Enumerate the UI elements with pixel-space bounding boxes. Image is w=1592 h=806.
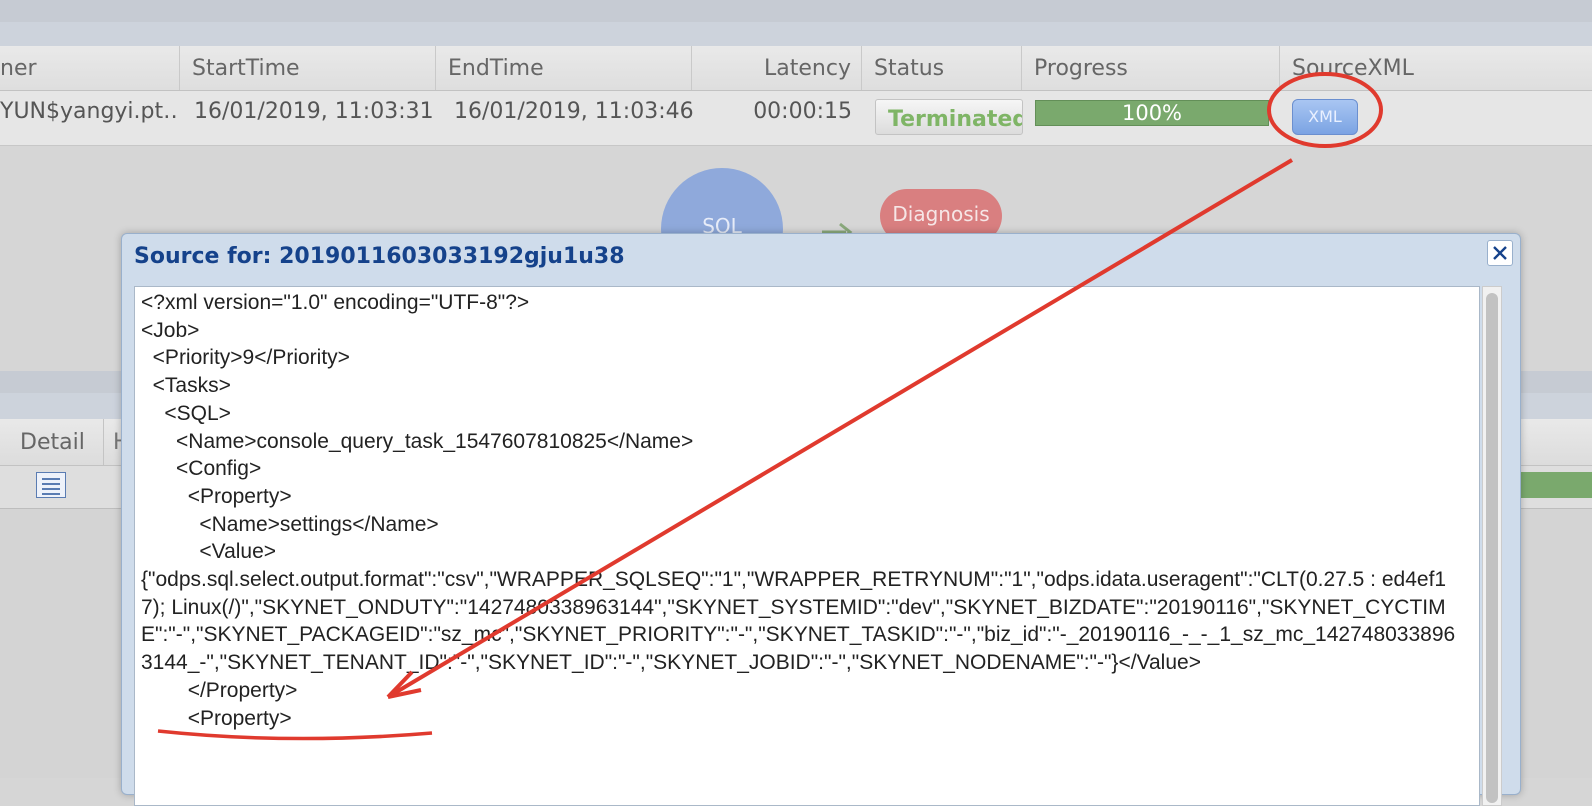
column-header-end-time[interactable]: EndTime <box>436 46 692 90</box>
scroll-thumb[interactable] <box>1486 293 1498 803</box>
column-header-progress[interactable]: Progress <box>1022 46 1280 90</box>
source-dialog: Source for: 2019011603033192gju1u38 <?xm… <box>121 233 1521 806</box>
source-xml-text: <?xml version="1.0" encoding="UTF-8"?> <… <box>141 291 1456 730</box>
column-header-start-time[interactable]: StartTime <box>180 46 436 90</box>
column-header-owner[interactable]: ner <box>0 46 180 90</box>
progress-bar: 100% <box>1035 100 1269 126</box>
column-header-status[interactable]: Status <box>862 46 1022 90</box>
cell-latency: 00:00:15 <box>753 99 852 124</box>
top-toolbar <box>0 0 1592 22</box>
close-button[interactable] <box>1487 240 1513 266</box>
column-header-latency[interactable]: Latency <box>692 46 862 90</box>
source-scrollbar[interactable] <box>1482 286 1502 806</box>
tab-detail[interactable]: Detail <box>20 419 104 465</box>
grid-header: ner StartTime EndTime Latency Status Pro… <box>0 46 1592 91</box>
xml-button[interactable]: XML <box>1292 99 1358 135</box>
status-badge: Terminated <box>875 99 1023 135</box>
cell-owner: YUN$yangyi.pt… <box>0 99 176 124</box>
close-icon <box>1493 246 1507 260</box>
source-textarea[interactable]: <?xml version="1.0" encoding="UTF-8"?> <… <box>134 286 1480 806</box>
top-toolbar-secondary <box>0 22 1592 47</box>
list-icon[interactable] <box>36 472 66 498</box>
lower-progress-bar <box>1520 472 1592 498</box>
column-header-source-xml[interactable]: SourceXML <box>1280 46 1592 90</box>
cell-start-time: 16/01/2019, 11:03:31 <box>194 99 434 124</box>
dialog-title: Source for: 2019011603033192gju1u38 <box>134 244 625 269</box>
cell-end-time: 16/01/2019, 11:03:46 <box>454 99 694 124</box>
